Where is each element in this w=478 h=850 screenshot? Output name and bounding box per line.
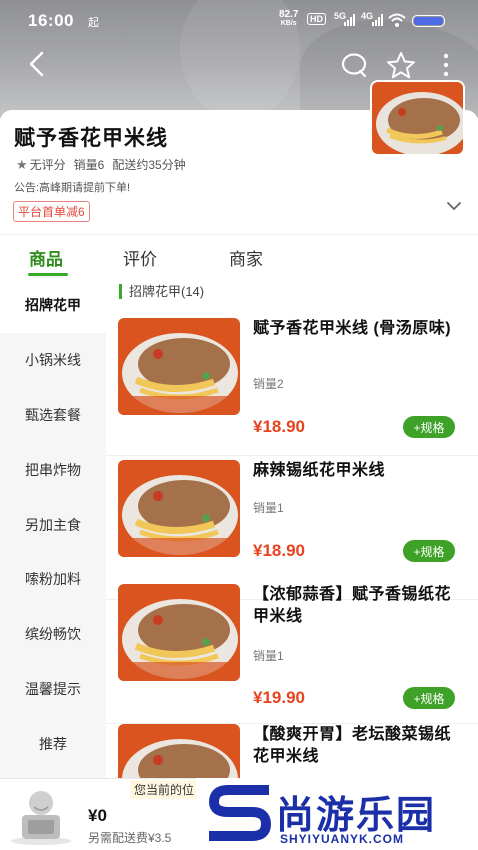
shop-sales: 销量6	[73, 158, 105, 172]
network-speed: 82.7 KB/s	[279, 10, 298, 28]
product-sales: 销量1	[253, 649, 284, 663]
star-icon	[387, 52, 415, 79]
product-name: 【浓郁蒜香】赋予香锡纸花甲米线	[253, 586, 452, 625]
battery-icon	[412, 15, 445, 27]
shop-rating: 无评分	[29, 158, 66, 172]
product-price: ¥18.90	[253, 541, 305, 560]
product-name: 【酸爽开胃】老坛酸菜锡纸花甲米线	[253, 726, 452, 765]
product-price: ¥19.90	[253, 688, 305, 707]
select-spec-button[interactable]: +规格	[403, 687, 455, 709]
tab-active-indicator	[28, 273, 68, 276]
tab-products[interactable]: 商品	[29, 245, 63, 270]
location-tip: 您当前的位	[130, 780, 199, 799]
sidebar-item-signature[interactable]: 招牌花甲	[0, 278, 106, 333]
rating-star-icon: ★	[16, 156, 28, 172]
section-title: 招牌花甲(14)	[119, 284, 204, 299]
product-sales: 销量2	[253, 377, 284, 391]
network-speed-unit: KB/s	[280, 20, 297, 27]
watermark: 尚游乐园 SHYIYUANYK.COM	[196, 778, 478, 850]
product-item[interactable]: 【酸爽开胃】老坛酸菜锡纸花甲米线	[106, 724, 478, 778]
sidebar-item-toppings[interactable]: 嗦粉加料	[0, 552, 106, 607]
product-price: ¥18.90	[253, 417, 305, 436]
sidebar-item-staples[interactable]: 另加主食	[0, 497, 106, 552]
watermark-url: SHYIYUANYK.COM	[280, 832, 405, 846]
product-sales: 销量1	[253, 501, 284, 515]
sidebar-item-recommend[interactable]: 推荐	[0, 716, 106, 771]
status-bar: 16:00 起 82.7 KB/s HD 5G 4G	[0, 0, 478, 40]
sidebar-item-small-pot[interactable]: 小锅米线	[0, 333, 106, 388]
cart-delivery-fee: 另需配送费¥3.5	[88, 831, 172, 845]
sidebar-item-sets[interactable]: 甄选套餐	[0, 388, 106, 443]
status-time: 16:00	[28, 11, 74, 30]
search-button[interactable]	[338, 50, 370, 80]
product-list: 招牌花甲(14) 赋予香花甲米线 (骨汤原味) 销量2 ¥18.90 +规格 麻…	[106, 278, 478, 778]
more-vertical-icon	[443, 53, 449, 77]
product-name: 麻辣锡纸花甲米线	[253, 462, 386, 479]
cart-total: ¥0	[88, 806, 107, 825]
sidebar-item-skewers[interactable]: 把串炸物	[0, 442, 106, 497]
favorite-button[interactable]	[384, 49, 418, 81]
signal-icon	[372, 14, 383, 26]
watermark-logo-icon	[208, 785, 272, 841]
more-button[interactable]	[436, 50, 456, 80]
shop-name: 赋予香花甲米线	[14, 127, 168, 150]
signal-icon	[344, 14, 355, 26]
promo-badge[interactable]: 平台首单减6	[13, 201, 90, 222]
category-sidebar: 招牌花甲 小锅米线 甄选套餐 把串炸物 另加主食 嗦粉加料 缤纷畅饮 温馨提示 …	[0, 278, 106, 778]
expand-button[interactable]	[446, 198, 462, 216]
product-item[interactable]: 麻辣锡纸花甲米线 销量1 ¥18.90 +规格	[106, 460, 478, 600]
product-item[interactable]: 赋予香花甲米线 (骨汤原味) 销量2 ¥18.90 +规格	[106, 318, 478, 456]
wifi-icon	[388, 13, 406, 27]
product-name: 赋予香花甲米线 (骨汤原味)	[253, 320, 452, 337]
tab-reviews[interactable]: 评价	[123, 245, 157, 270]
select-spec-button[interactable]: +规格	[403, 416, 455, 438]
back-button[interactable]	[22, 50, 50, 78]
watermark-title: 尚游乐园	[276, 795, 437, 837]
select-spec-button[interactable]: +规格	[403, 540, 455, 562]
back-arrow-icon	[29, 51, 44, 77]
main-tabs: 商品 评价 商家	[0, 234, 478, 278]
sidebar-item-drinks[interactable]: 缤纷畅饮	[0, 607, 106, 662]
shop-delivery-time: 配送约35分钟	[112, 158, 186, 172]
network-speed-value: 82.7	[279, 9, 299, 20]
cart-icon[interactable]	[8, 785, 74, 845]
sidebar-item-tips[interactable]: 温馨提示	[0, 662, 106, 717]
product-image	[118, 584, 240, 681]
chevron-down-icon	[447, 202, 461, 211]
product-image	[118, 724, 240, 778]
tab-merchant[interactable]: 商家	[229, 245, 263, 270]
status-extra: 起	[88, 17, 99, 29]
hd-badge: HD	[307, 13, 326, 25]
shop-notice: 公告:高峰期请提前下单!	[14, 182, 131, 194]
search-icon	[341, 53, 367, 78]
product-image	[118, 318, 240, 415]
shop-logo-image	[370, 80, 465, 156]
product-image	[118, 460, 240, 557]
product-item[interactable]: 【浓郁蒜香】赋予香锡纸花甲米线 销量1 ¥19.90 +规格	[106, 584, 478, 724]
shop-meta: ★ 无评分 销量6 配送约35分钟	[16, 156, 186, 173]
